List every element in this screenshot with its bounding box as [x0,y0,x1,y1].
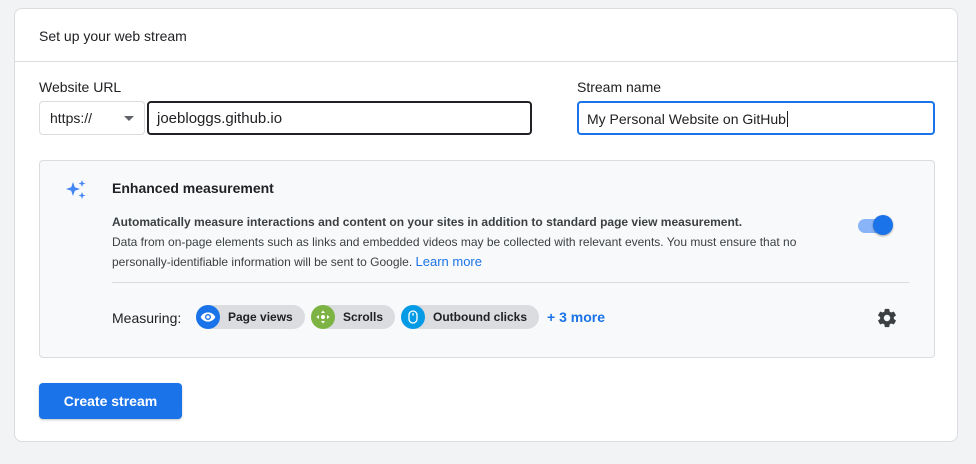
stream-name-label: Stream name [577,79,662,95]
enhanced-measurement-description: Automatically measure interactions and c… [112,212,832,272]
website-url-input[interactable]: joebloggs.github.io [147,101,532,135]
website-url-value: joebloggs.github.io [157,110,283,127]
stream-name-input[interactable]: My Personal Website on GitHub [577,101,935,135]
chip-label: Page views [228,310,293,324]
chevron-down-icon [124,116,134,121]
eye-icon [196,305,220,329]
create-stream-button[interactable]: Create stream [39,383,182,419]
sparkle-icon [66,180,86,199]
chip-scrolls: Scrolls [311,305,396,329]
chip-label: Outbound clicks [433,310,528,324]
divider [112,282,909,283]
protocol-value: https:// [50,110,93,126]
mouse-icon [401,305,425,329]
chip-page-views: Page views [196,305,305,329]
gear-icon[interactable] [876,307,898,329]
description-bold: Automatically measure interactions and c… [112,215,743,229]
measuring-label: Measuring: [112,310,182,326]
text-cursor [786,111,788,127]
learn-more-link[interactable]: Learn more [416,254,482,269]
card-title: Set up your web stream [15,9,957,62]
enhanced-measurement-panel: Enhanced measurement Automatically measu… [39,160,935,358]
protocol-select[interactable]: https:// [39,101,145,135]
chip-label: Scrolls [343,310,384,324]
stream-name-value: My Personal Website on GitHub [587,111,786,127]
web-stream-card: Set up your web stream Website URL https… [14,8,958,442]
enhanced-measurement-toggle[interactable] [858,212,894,238]
website-url-label: Website URL [39,79,122,95]
toggle-knob [873,215,893,235]
chip-outbound-clicks: Outbound clicks [401,305,540,329]
enhanced-measurement-title: Enhanced measurement [112,180,274,196]
more-events-link[interactable]: + 3 more [547,309,605,325]
crosshair-arrows-icon [311,305,335,329]
